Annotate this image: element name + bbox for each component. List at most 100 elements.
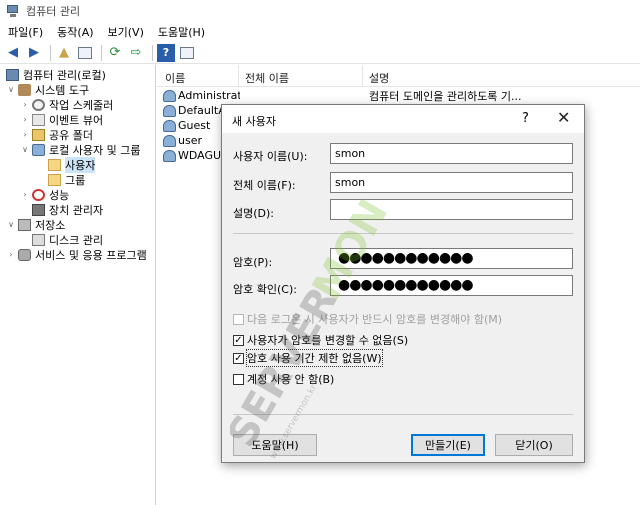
tree-item-label: 컴퓨터 관리(로컬) [23, 68, 106, 82]
confirm-password-input[interactable]: ●●●●●●●●●●●● [330, 275, 573, 296]
password-input[interactable]: ●●●●●●●●●●●● [330, 248, 573, 269]
tree-item-performance[interactable]: › 성능 [20, 187, 69, 202]
properties-icon[interactable] [178, 44, 196, 62]
user-icon [163, 104, 176, 117]
tree-item-system-tools[interactable]: ∨ 시스템 도구 [6, 82, 89, 97]
confirm-password-label: 암호 확인(C): [233, 283, 297, 296]
fullname-label: 전체 이름(F): [233, 179, 296, 192]
device-icon [32, 203, 45, 216]
chevron-right-icon[interactable]: › [20, 100, 30, 109]
clock-icon [32, 98, 45, 111]
folder-icon [48, 158, 61, 171]
tree-item-disk-management[interactable]: 디스크 관리 [30, 232, 103, 247]
log-icon [32, 113, 45, 126]
computer-icon [6, 68, 19, 81]
toolbar: ◀ ▶ ▲ ⟳ ⇨ ? [0, 42, 640, 64]
description-label: 설명(D): [233, 207, 274, 220]
column-divider[interactable] [238, 65, 239, 87]
tree-item-task-scheduler[interactable]: › 작업 스케줄러 [20, 97, 113, 112]
password-never-expires-checkbox[interactable]: ✓ 암호 사용 기간 제한 없음(W) [233, 349, 383, 367]
tree-item-device-manager[interactable]: 장치 관리자 [30, 202, 103, 217]
divider [233, 414, 573, 415]
tree-item-label: 사용자 [65, 156, 96, 173]
create-button[interactable]: 만들기(E) [411, 434, 485, 456]
username-input[interactable]: smon [330, 143, 573, 164]
user-name: Administrator [178, 89, 240, 102]
help-icon[interactable]: ? [157, 43, 175, 62]
chevron-right-icon[interactable]: › [20, 190, 30, 199]
user-icon [163, 149, 176, 162]
column-header-description[interactable]: 설명 [369, 70, 389, 86]
tree-item-label: 공유 폴더 [49, 128, 93, 142]
help-button[interactable]: 도움말(H) [233, 434, 317, 456]
performance-icon [32, 188, 45, 201]
checkbox-label: 계정 사용 안 함(B) [247, 373, 335, 386]
menu-action[interactable]: 동작(A) [49, 24, 99, 40]
forward-arrow-icon[interactable]: ▶ [25, 44, 43, 62]
checkbox-label: 사용자가 암호를 변경할 수 없음(S) [247, 334, 409, 347]
tree-item-label: 그룹 [65, 173, 86, 187]
description-input[interactable] [330, 199, 573, 220]
chevron-down-icon[interactable]: ∨ [6, 220, 16, 229]
chevron-down-icon[interactable]: ∨ [20, 145, 30, 154]
chevron-down-icon[interactable]: ∨ [6, 85, 16, 94]
services-icon [18, 248, 31, 261]
checkbox-box [233, 313, 244, 325]
tree-item-groups[interactable]: 그룹 [46, 172, 85, 187]
window-titlebar: 컴퓨터 관리 [0, 0, 640, 22]
show-hide-tree-icon[interactable] [76, 44, 94, 62]
folder-icon [48, 173, 61, 186]
up-folder-icon[interactable]: ▲ [55, 44, 73, 62]
close-icon[interactable]: ✕ [557, 108, 570, 127]
checkbox-label: 암호 사용 기간 제한 없음(W) [246, 349, 383, 367]
tree-item-storage[interactable]: ∨ 저장소 [6, 217, 65, 232]
fullname-input[interactable]: smon [330, 172, 573, 193]
tree-item-services-apps[interactable]: › 서비스 및 응용 프로그램 [6, 247, 147, 262]
window-title: 컴퓨터 관리 [26, 5, 81, 18]
list-item[interactable]: Administrator 컴퓨터 도메인을 관리하도록 기... [157, 88, 640, 103]
export-list-icon[interactable]: ⇨ [127, 44, 145, 62]
must-change-password-checkbox[interactable]: 다음 로그온 시 사용자가 반드시 암호를 변경해야 함(M) [233, 311, 502, 327]
users-icon [32, 143, 45, 156]
refresh-icon[interactable]: ⟳ [106, 44, 124, 62]
list-header: 이름 전체 이름 설명 [157, 65, 640, 87]
tree-item-computer-management[interactable]: 컴퓨터 관리(로컬) [4, 67, 106, 82]
checkmark-icon: ✓ [233, 352, 244, 364]
help-question-icon[interactable]: ? [522, 111, 529, 126]
tree-item-shared-folders[interactable]: › 공유 폴더 [20, 127, 93, 142]
column-header-full-name[interactable]: 전체 이름 [245, 70, 289, 86]
tree-item-label: 서비스 및 응용 프로그램 [35, 248, 147, 262]
menu-view[interactable]: 보기(V) [100, 24, 150, 40]
user-description: 컴퓨터 도메인을 관리하도록 기... [369, 89, 522, 103]
menu-help[interactable]: 도움말(H) [150, 24, 211, 40]
checkmark-icon: ✓ [233, 334, 244, 346]
password-label: 암호(P): [233, 256, 273, 269]
username-label: 사용자 이름(U): [233, 150, 308, 163]
menu-file[interactable]: 파일(F) [0, 24, 49, 40]
chevron-right-icon[interactable]: › [20, 130, 30, 139]
user-icon [163, 134, 176, 147]
tree-item-label: 시스템 도구 [35, 83, 90, 97]
dialog-title: 새 사용자 [232, 115, 276, 128]
cannot-change-password-checkbox[interactable]: ✓ 사용자가 암호를 변경할 수 없음(S) [233, 332, 408, 348]
checkbox-box [233, 373, 244, 385]
new-user-dialog: 새 사용자 ? ✕ 사용자 이름(U): smon 전체 이름(F): smon… [221, 104, 585, 463]
column-header-name[interactable]: 이름 [165, 70, 185, 86]
tree-item-label: 로컬 사용자 및 그룹 [49, 143, 141, 157]
tree-item-event-viewer[interactable]: › 이벤트 뷰어 [20, 112, 103, 127]
chevron-right-icon[interactable]: › [20, 115, 30, 124]
share-icon [32, 128, 45, 141]
close-button[interactable]: 닫기(O) [495, 434, 573, 456]
storage-icon [18, 218, 31, 231]
back-arrow-icon[interactable]: ◀ [4, 44, 22, 62]
toolbar-separator [101, 44, 102, 61]
chevron-right-icon[interactable]: › [6, 250, 16, 259]
tree-item-label: 성능 [49, 188, 70, 202]
dialog-titlebar: 새 사용자 ? ✕ [222, 105, 584, 133]
account-disabled-checkbox[interactable]: 계정 사용 안 함(B) [233, 371, 334, 387]
tree-item-users[interactable]: 사용자 [46, 156, 96, 173]
toolbar-separator [50, 44, 51, 61]
column-divider[interactable] [362, 65, 363, 87]
divider [233, 233, 573, 234]
tree-item-local-users-groups[interactable]: ∨ 로컬 사용자 및 그룹 [20, 142, 140, 157]
